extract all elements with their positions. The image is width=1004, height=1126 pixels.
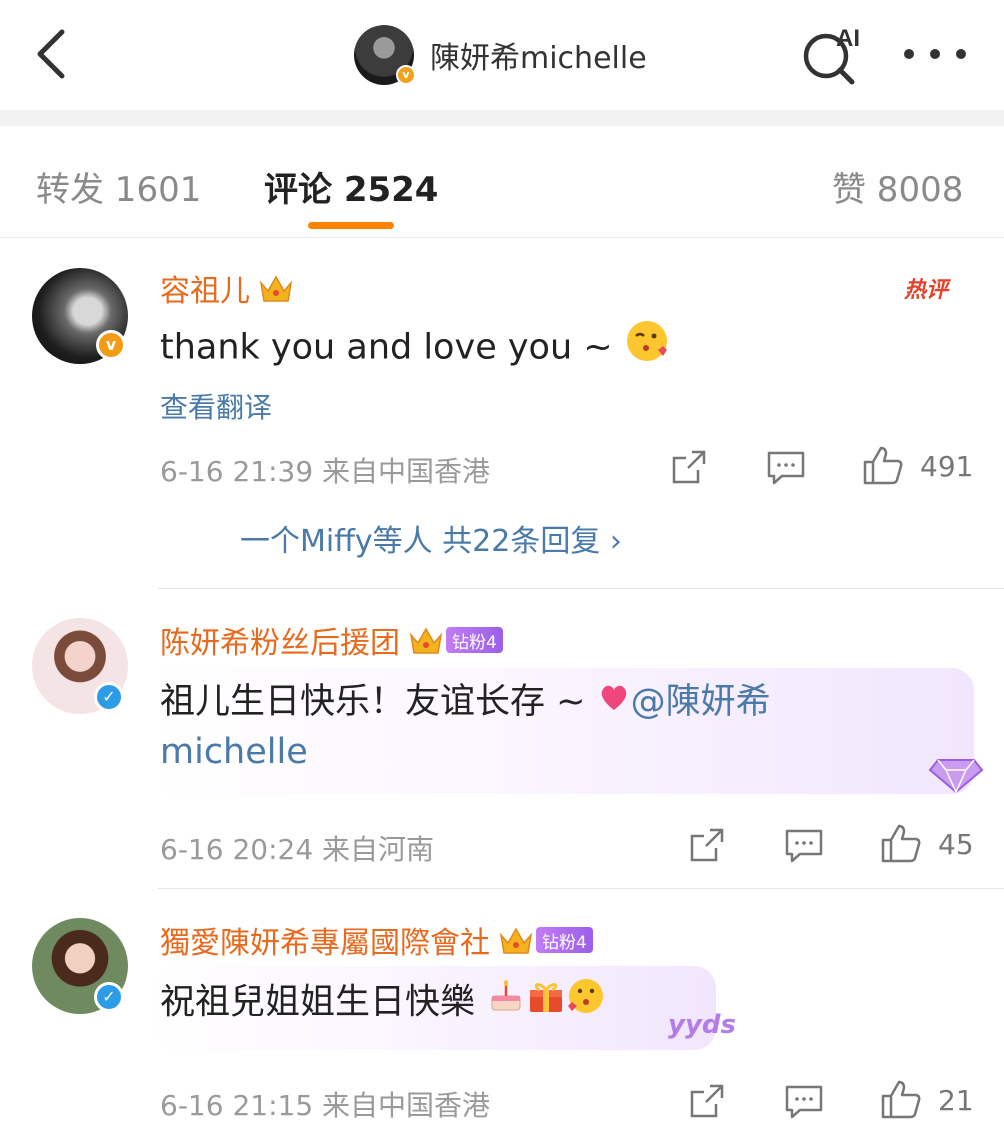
top-bar: v 陳妍希michelle AI [0, 0, 1004, 110]
mention-link[interactable]: michelle [160, 726, 308, 778]
verified-icon: ✓ [94, 682, 124, 712]
tab-repost[interactable]: 转发 1601 [36, 162, 201, 211]
kiss-emoji-icon [566, 976, 606, 1031]
more-dot [930, 49, 940, 59]
like-count: 21 [938, 1084, 974, 1117]
username-text[interactable]: 陈妍希粉丝后援团 [160, 618, 400, 662]
account-name[interactable]: 陳妍希michelle [430, 33, 647, 77]
share-icon[interactable] [688, 1082, 726, 1124]
ai-label: AI [836, 25, 860, 52]
verified-icon: v [96, 330, 126, 360]
comment-text-content: 祖儿生日快乐！友谊长存 ~ [160, 682, 586, 722]
hug-heart-emoji-icon [597, 677, 631, 729]
like-icon[interactable] [880, 1078, 922, 1124]
like-count: 491 [920, 450, 974, 483]
comment-icon[interactable] [766, 450, 806, 490]
comment-icon[interactable] [784, 1084, 824, 1124]
gift-emoji-icon [526, 976, 566, 1031]
account-profile[interactable]: v 陳妍希michelle [354, 24, 647, 86]
fan-level-badge: 钻粉4 [446, 627, 503, 653]
cake-emoji-icon [486, 976, 526, 1031]
share-icon[interactable] [688, 826, 726, 868]
avatar[interactable]: ✓ [32, 618, 128, 714]
comment-text-content: 祝祖兒姐姐生日快樂 [160, 982, 476, 1023]
username-text[interactable]: 容祖儿 [160, 266, 250, 310]
comment-meta: 6-16 21:15 来自中国香港 [160, 1089, 491, 1122]
tab-likes[interactable]: 赞 8008 [832, 162, 963, 211]
tab-comments[interactable]: 评论 2524 [264, 162, 438, 211]
comment-divider [158, 888, 1004, 889]
crown-icon [408, 623, 444, 657]
ai-search-icon[interactable]: AI [800, 24, 870, 86]
verified-icon: ✓ [94, 982, 124, 1012]
like-icon[interactable] [880, 822, 922, 868]
hot-comment-badge: 热评 [904, 278, 949, 303]
comment-text: 祖儿生日快乐！友谊长存 ~ @陳妍希 [160, 676, 771, 729]
fan-level-badge: 钻粉4 [536, 927, 593, 953]
comment-text: thank you and love you ~ [160, 318, 670, 379]
comment-icon[interactable] [784, 828, 824, 868]
comment-divider [158, 588, 1004, 589]
comment-text: 祝祖兒姐姐生日快樂 [160, 976, 606, 1031]
like-icon[interactable] [862, 444, 904, 490]
share-icon[interactable] [670, 448, 708, 490]
more-dot [904, 49, 914, 59]
yyds-sticker: yyds [668, 1010, 736, 1040]
like-count: 45 [938, 828, 974, 861]
comment-meta: 6-16 21:39 来自中国香港 [160, 455, 491, 488]
comment-username[interactable]: 容祖儿 [160, 266, 294, 310]
kiss-emoji-icon [624, 318, 670, 379]
avatar[interactable]: ✓ [32, 918, 128, 1014]
verified-icon: v [396, 65, 416, 85]
back-arrow-icon[interactable] [30, 26, 78, 82]
more-icon[interactable] [904, 44, 966, 64]
more-dot [956, 49, 966, 59]
comment-username[interactable]: 陈妍希粉丝后援团 钻粉4 [160, 618, 503, 662]
comment-username[interactable]: 獨愛陳妍希專屬國際會社 钻粉4 [160, 918, 593, 962]
mention-link[interactable]: @陳妍希 [631, 682, 771, 722]
avatar[interactable]: v [354, 25, 416, 85]
comment-text-content: thank you and love you ~ [160, 327, 613, 368]
crown-icon [258, 271, 294, 305]
translate-link[interactable]: 查看翻译 [160, 386, 272, 426]
section-divider [0, 110, 1004, 126]
avatar[interactable]: v [32, 268, 128, 364]
comment-meta: 6-16 20:24 来自河南 [160, 833, 435, 866]
username-text[interactable]: 獨愛陳妍希專屬國際會社 [160, 918, 490, 962]
active-tab-indicator [308, 222, 394, 229]
crown-icon [498, 923, 534, 957]
view-replies-link[interactable]: 一个Miffy等人 共22条回复 › [240, 516, 622, 560]
diamond-decoration-icon [924, 746, 988, 800]
tab-bar: 转发 1601 评论 2524 赞 8008 [0, 126, 1004, 238]
